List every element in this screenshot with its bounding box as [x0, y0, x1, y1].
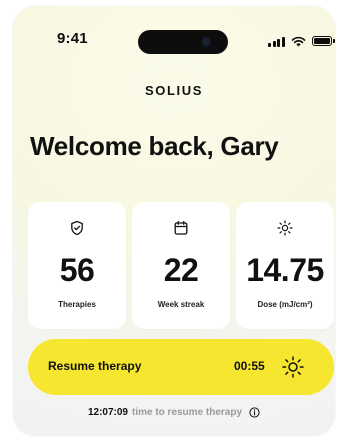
- sun-icon: [282, 356, 304, 378]
- stat-value: 14.75: [246, 252, 324, 288]
- shield-check-icon: [71, 220, 83, 236]
- stat-value: 56: [59, 252, 95, 288]
- sun-icon: [277, 220, 293, 236]
- brand-logo: SOLIUS: [145, 83, 203, 98]
- phone-screen: 9:41 SOLIUS Welcome back, Gary 56 Therap…: [13, 6, 335, 436]
- camera-icon: [201, 37, 211, 47]
- calendar-icon: [174, 220, 188, 235]
- countdown-text: time to resume therapy: [131, 407, 243, 418]
- welcome-heading: Welcome back, Gary: [30, 131, 279, 161]
- info-icon[interactable]: [249, 407, 260, 418]
- stat-label: Week streak: [157, 300, 205, 309]
- dynamic-island: [138, 30, 228, 54]
- stat-card-week-streak: 22 Week streak: [132, 202, 230, 329]
- stats-row: 56 Therapies 22 Week streak 14.75 Dose (…: [28, 202, 334, 329]
- status-time: 9:41: [57, 30, 88, 47]
- battery-icon: [311, 36, 335, 46]
- resume-timer: 00:55: [234, 359, 265, 373]
- countdown-time: 12:07:09: [87, 407, 128, 418]
- stat-card-dose: 14.75 Dose (mJ/cm²): [236, 202, 334, 329]
- resume-therapy-label: Resume therapy: [48, 359, 142, 373]
- wifi-icon: [291, 36, 305, 46]
- resume-countdown: 12:07:09 time to resume therapy: [13, 407, 335, 418]
- stat-value: 22: [163, 252, 199, 288]
- signal-icon: [268, 36, 285, 47]
- resume-therapy-button[interactable]: Resume therapy 00:55: [28, 339, 334, 395]
- stat-label: Dose (mJ/cm²): [257, 300, 313, 309]
- status-icons: [268, 34, 335, 48]
- stat-card-therapies: 56 Therapies: [28, 202, 126, 329]
- stat-label: Therapies: [58, 300, 96, 309]
